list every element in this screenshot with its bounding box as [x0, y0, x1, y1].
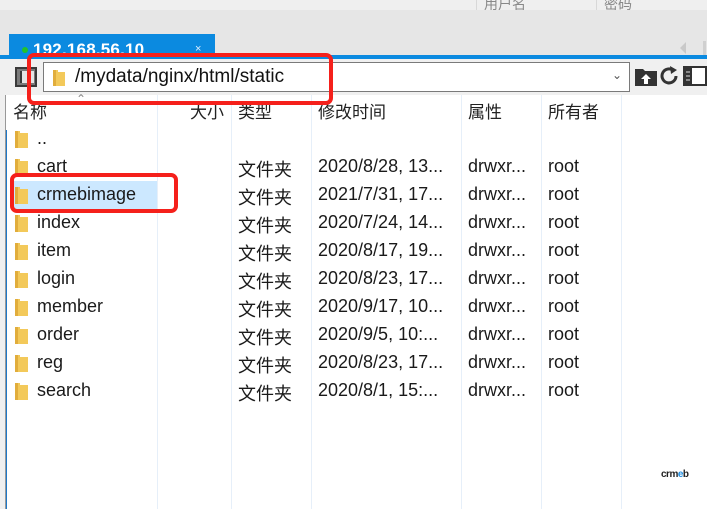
- file-modified: 2021/7/31, 17...: [318, 184, 444, 204]
- tab-strip: 192.168.56.10 ×: [0, 10, 707, 65]
- file-row[interactable]: index 文件夹 2020/7/24, 14... drwxr... root: [7, 209, 707, 237]
- file-type: 文件夹: [238, 272, 292, 292]
- file-modified: 2020/9/17, 10...: [318, 296, 444, 316]
- tab-scroll-right-icon[interactable]: [703, 41, 706, 55]
- column-divider: [476, 0, 477, 10]
- file-attributes: drwxr...: [468, 156, 527, 176]
- folder-icon: [15, 159, 28, 181]
- crmeb-watermark: crmeb: [661, 469, 689, 480]
- file-owner: root: [548, 156, 580, 176]
- column-divider: [596, 0, 597, 10]
- column-header-attributes[interactable]: 属性: [468, 98, 502, 123]
- folder-icon: [15, 271, 28, 293]
- file-attributes: drwxr...: [468, 296, 527, 316]
- file-name: reg: [37, 352, 64, 372]
- file-attributes: drwxr...: [468, 268, 527, 288]
- file-type: 文件夹: [238, 300, 292, 320]
- file-row[interactable]: search 文件夹 2020/8/1, 15:... drwxr... root: [7, 377, 707, 405]
- file-name: member: [37, 296, 104, 316]
- file-modified: 2020/8/1, 15:...: [318, 380, 439, 400]
- folder-icon: [15, 299, 28, 321]
- file-modified: 2020/7/24, 14...: [318, 212, 444, 232]
- chevron-down-icon[interactable]: ⌄: [612, 68, 622, 82]
- column-header-owner[interactable]: 所有者: [548, 98, 599, 123]
- password-header: 密码: [604, 0, 632, 10]
- sort-ascending-icon: ⌃: [76, 92, 87, 106]
- file-attributes: drwxr...: [468, 324, 527, 344]
- file-row[interactable]: order 文件夹 2020/9/5, 10:... drwxr... root: [7, 321, 707, 349]
- file-type: 文件夹: [238, 188, 292, 208]
- file-attributes: drwxr...: [468, 380, 527, 400]
- file-owner: root: [548, 240, 580, 260]
- folder-icon: [15, 131, 28, 153]
- column-header-type[interactable]: 类型: [238, 98, 272, 123]
- column-header-row: ⌃ 名称 大小 类型 修改时间 属性 所有者: [0, 92, 707, 125]
- file-row[interactable]: login 文件夹 2020/8/23, 17... drwxr... root: [7, 265, 707, 293]
- parent-directory-row[interactable]: ..: [7, 125, 707, 153]
- file-row[interactable]: cart 文件夹 2020/8/28, 13... drwxr... root: [7, 153, 707, 181]
- file-owner: root: [548, 324, 580, 344]
- file-type: 文件夹: [238, 384, 292, 404]
- file-row[interactable]: member 文件夹 2020/9/17, 10... drwxr... root: [7, 293, 707, 321]
- file-type: 文件夹: [238, 356, 292, 376]
- file-type: 文件夹: [238, 244, 292, 264]
- column-header-name[interactable]: 名称: [13, 98, 47, 123]
- file-name: cart: [37, 156, 68, 176]
- file-name: order: [37, 324, 80, 344]
- folder-icon: [15, 327, 28, 349]
- file-type: 文件夹: [238, 328, 292, 348]
- toggle-sidebar-button[interactable]: [15, 67, 37, 87]
- file-row[interactable]: reg 文件夹 2020/8/23, 17... drwxr... root: [7, 349, 707, 377]
- file-modified: 2020/8/17, 19...: [318, 240, 444, 260]
- file-attributes: drwxr...: [468, 184, 527, 204]
- file-type: 文件夹: [238, 160, 292, 180]
- column-header-size[interactable]: 大小: [190, 98, 224, 123]
- path-input[interactable]: /mydata/nginx/html/static ⌄: [43, 62, 630, 92]
- file-owner: root: [548, 184, 580, 204]
- tab-scroll-left-icon[interactable]: [680, 42, 686, 54]
- file-name: ..: [37, 128, 48, 148]
- file-modified: 2020/8/28, 13...: [318, 156, 444, 176]
- file-row[interactable]: item 文件夹 2020/8/17, 19... drwxr... root: [7, 237, 707, 265]
- file-owner: root: [548, 380, 580, 400]
- folder-icon: [15, 243, 28, 265]
- top-strip: 用户名 密码: [0, 0, 707, 10]
- folder-icon: [15, 355, 28, 377]
- file-owner: root: [548, 212, 580, 232]
- file-name: index: [37, 212, 81, 232]
- column-header-modified[interactable]: 修改时间: [318, 98, 386, 123]
- file-attributes: drwxr...: [468, 212, 527, 232]
- file-type: 文件夹: [238, 216, 292, 236]
- folder-icon: [15, 187, 28, 209]
- folder-icon: [52, 69, 66, 92]
- watermark-suffix: b: [682, 469, 689, 480]
- toggle-panel-icon[interactable]: [683, 65, 707, 92]
- watermark-prefix: crm: [661, 469, 678, 480]
- folder-icon: [15, 383, 28, 405]
- file-attributes: drwxr...: [468, 352, 527, 372]
- path-text: /mydata/nginx/html/static: [75, 66, 285, 87]
- file-owner: root: [548, 352, 580, 372]
- file-name: login: [37, 268, 76, 288]
- file-modified: 2020/8/23, 17...: [318, 268, 444, 288]
- file-name: item: [37, 240, 72, 260]
- file-modified: 2020/8/23, 17...: [318, 352, 444, 372]
- close-tab-button[interactable]: ×: [195, 43, 201, 55]
- path-toolbar: /mydata/nginx/html/static ⌄: [0, 59, 707, 95]
- file-row[interactable]: crmebimage 文件夹 2021/7/31, 17... drwxr... roo…: [7, 181, 707, 209]
- username-header: 用户名: [484, 0, 526, 10]
- refresh-icon[interactable]: [658, 65, 680, 92]
- file-owner: root: [548, 268, 580, 288]
- file-owner: root: [548, 296, 580, 316]
- file-attributes: drwxr...: [468, 240, 527, 260]
- file-name: crmebimage: [37, 184, 137, 204]
- file-name: search: [37, 380, 92, 400]
- folder-icon: [15, 215, 28, 237]
- file-modified: 2020/9/5, 10:...: [318, 324, 439, 344]
- upload-folder-icon[interactable]: [634, 65, 658, 92]
- connected-status-icon: [22, 47, 28, 53]
